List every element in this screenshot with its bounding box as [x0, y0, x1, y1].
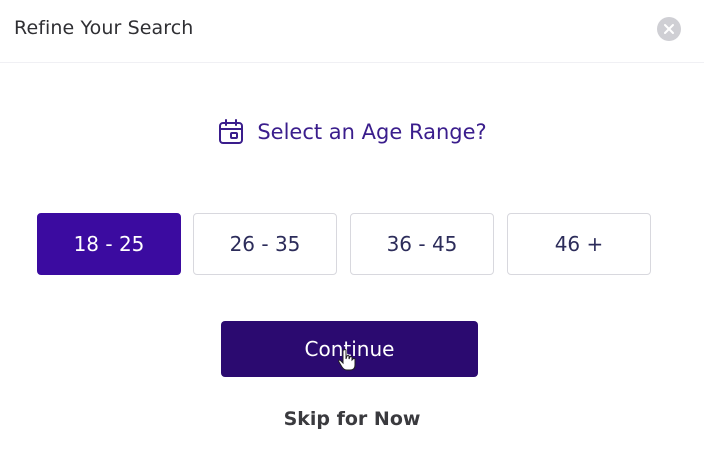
close-button[interactable]: [657, 17, 681, 41]
modal-title: Refine Your Search: [14, 17, 194, 39]
age-range-option-18-25[interactable]: 18 - 25: [37, 213, 181, 275]
calendar-icon: [219, 119, 244, 144]
age-range-prompt: Select an Age Range?: [0, 114, 704, 150]
age-range-option-36-45[interactable]: 36 - 45: [350, 213, 494, 275]
age-range-label: 26 - 35: [229, 232, 301, 256]
age-range-label: 18 - 25: [73, 232, 145, 256]
skip-label: Skip for Now: [283, 408, 421, 430]
prompt-text: Select an Age Range?: [257, 120, 487, 144]
close-icon: [664, 24, 674, 34]
hand-cursor-icon: [338, 349, 356, 371]
age-range-option-46-plus[interactable]: 46 +: [507, 213, 651, 275]
age-range-label: 36 - 45: [386, 232, 458, 256]
age-range-label: 46 +: [554, 232, 604, 256]
skip-for-now-link[interactable]: Skip for Now: [0, 408, 704, 430]
modal-header: Refine Your Search: [0, 0, 704, 63]
refine-search-modal: Refine Your Search Select an Age Range? …: [0, 0, 704, 470]
age-range-option-26-35[interactable]: 26 - 35: [193, 213, 337, 275]
